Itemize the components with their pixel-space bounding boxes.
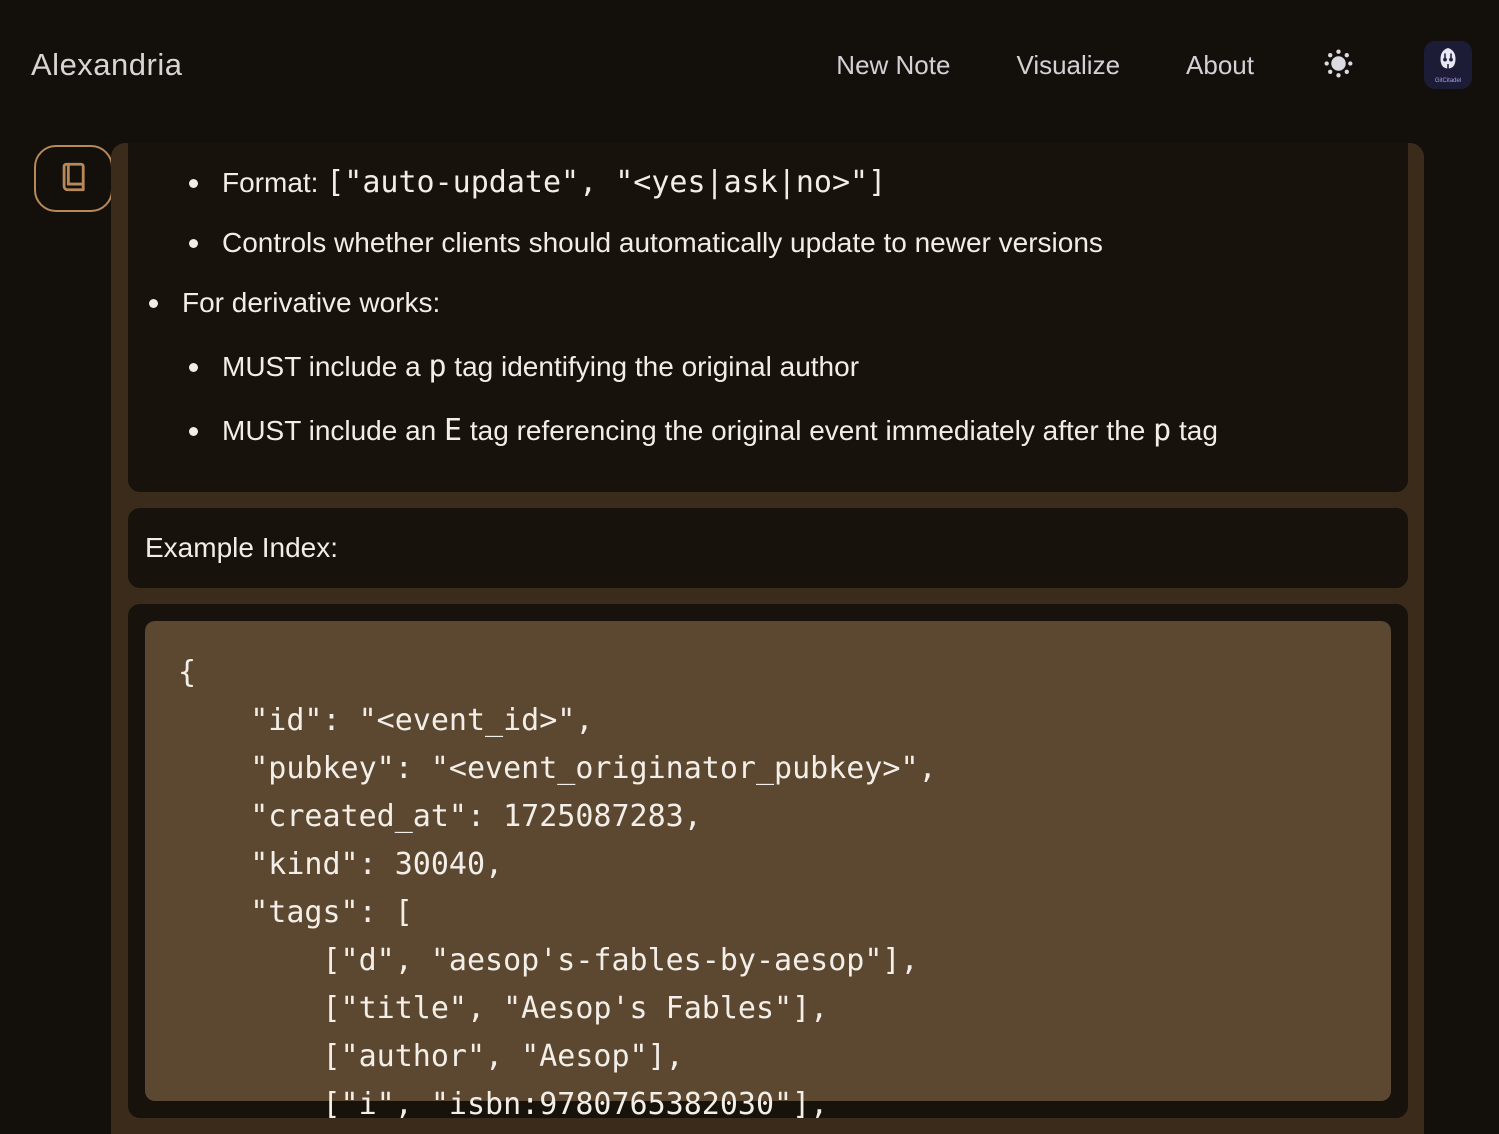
text-span: tag identifying the original author: [447, 351, 860, 382]
list-item: MUST include a p tag identifying the ori…: [128, 349, 1408, 385]
example-index-label: Example Index:: [145, 532, 338, 564]
brand-title[interactable]: Alexandria: [31, 47, 182, 83]
main-nav: New Note Visualize About: [836, 41, 1472, 89]
example-index-card: Example Index:: [128, 508, 1408, 588]
bullet-dot: [189, 363, 198, 372]
nav-about[interactable]: About: [1186, 50, 1254, 81]
list-item: Controls whether clients should automati…: [128, 225, 1408, 261]
toc-book-button[interactable]: [34, 145, 113, 212]
content-panel: Format: ["auto-update", "<yes|ask|no>"] C…: [111, 143, 1424, 1134]
bullet-dot: [189, 179, 198, 188]
text-span: tag: [1171, 415, 1218, 446]
gitcitadel-mascot-icon: [1435, 46, 1461, 77]
gitcitadel-logo-caption: GitCitadel: [1435, 78, 1461, 84]
list-item: Format: ["auto-update", "<yes|ask|no>"]: [128, 165, 1408, 201]
text-span: Format:: [222, 167, 326, 198]
text-span: MUST include an: [222, 415, 444, 446]
list-item: MUST include an E tag referencing the or…: [128, 413, 1408, 449]
list-item: For derivative works: MUST include a p ta…: [128, 285, 1408, 449]
bullet-dot: [189, 239, 198, 248]
nav-new-note[interactable]: New Note: [836, 50, 950, 81]
derivative-works-list: For derivative works: MUST include a p ta…: [128, 285, 1408, 449]
book-icon: [57, 160, 91, 197]
json-code-block: { "id": "<event_id>", "pubkey": "<event_…: [145, 621, 1391, 1101]
code-section-card: { "id": "<event_id>", "pubkey": "<event_…: [128, 604, 1408, 1118]
json-code-text: { "id": "<event_id>", "pubkey": "<event_…: [178, 649, 1371, 1118]
inline-code-span: E: [444, 413, 462, 448]
sun-icon: [1324, 49, 1353, 81]
format-bullet-list: Format: ["auto-update", "<yes|ask|no>"] C…: [128, 165, 1408, 261]
doc-section-card: Format: ["auto-update", "<yes|ask|no>"] C…: [128, 143, 1408, 492]
theme-toggle-button[interactable]: [1324, 49, 1353, 81]
text-span: tag referencing the original event immed…: [462, 415, 1153, 446]
app-header: Alexandria New Note Visualize About: [0, 0, 1499, 130]
nav-visualize[interactable]: Visualize: [1016, 50, 1120, 81]
derivative-works-sublist: MUST include a p tag identifying the ori…: [182, 349, 1408, 449]
bullet-dot: [189, 427, 198, 436]
text-span: Controls whether clients should automati…: [222, 227, 1103, 258]
bullet-dot: [149, 299, 158, 308]
text-span: MUST include a: [222, 351, 428, 382]
gitcitadel-logo[interactable]: GitCitadel: [1424, 41, 1472, 89]
inline-code-span: p: [428, 349, 446, 384]
inline-code-span: ["auto-update", "<yes|ask|no>"]: [326, 165, 886, 200]
text-span: For derivative works:: [182, 287, 440, 318]
inline-code-span: p: [1153, 413, 1171, 448]
